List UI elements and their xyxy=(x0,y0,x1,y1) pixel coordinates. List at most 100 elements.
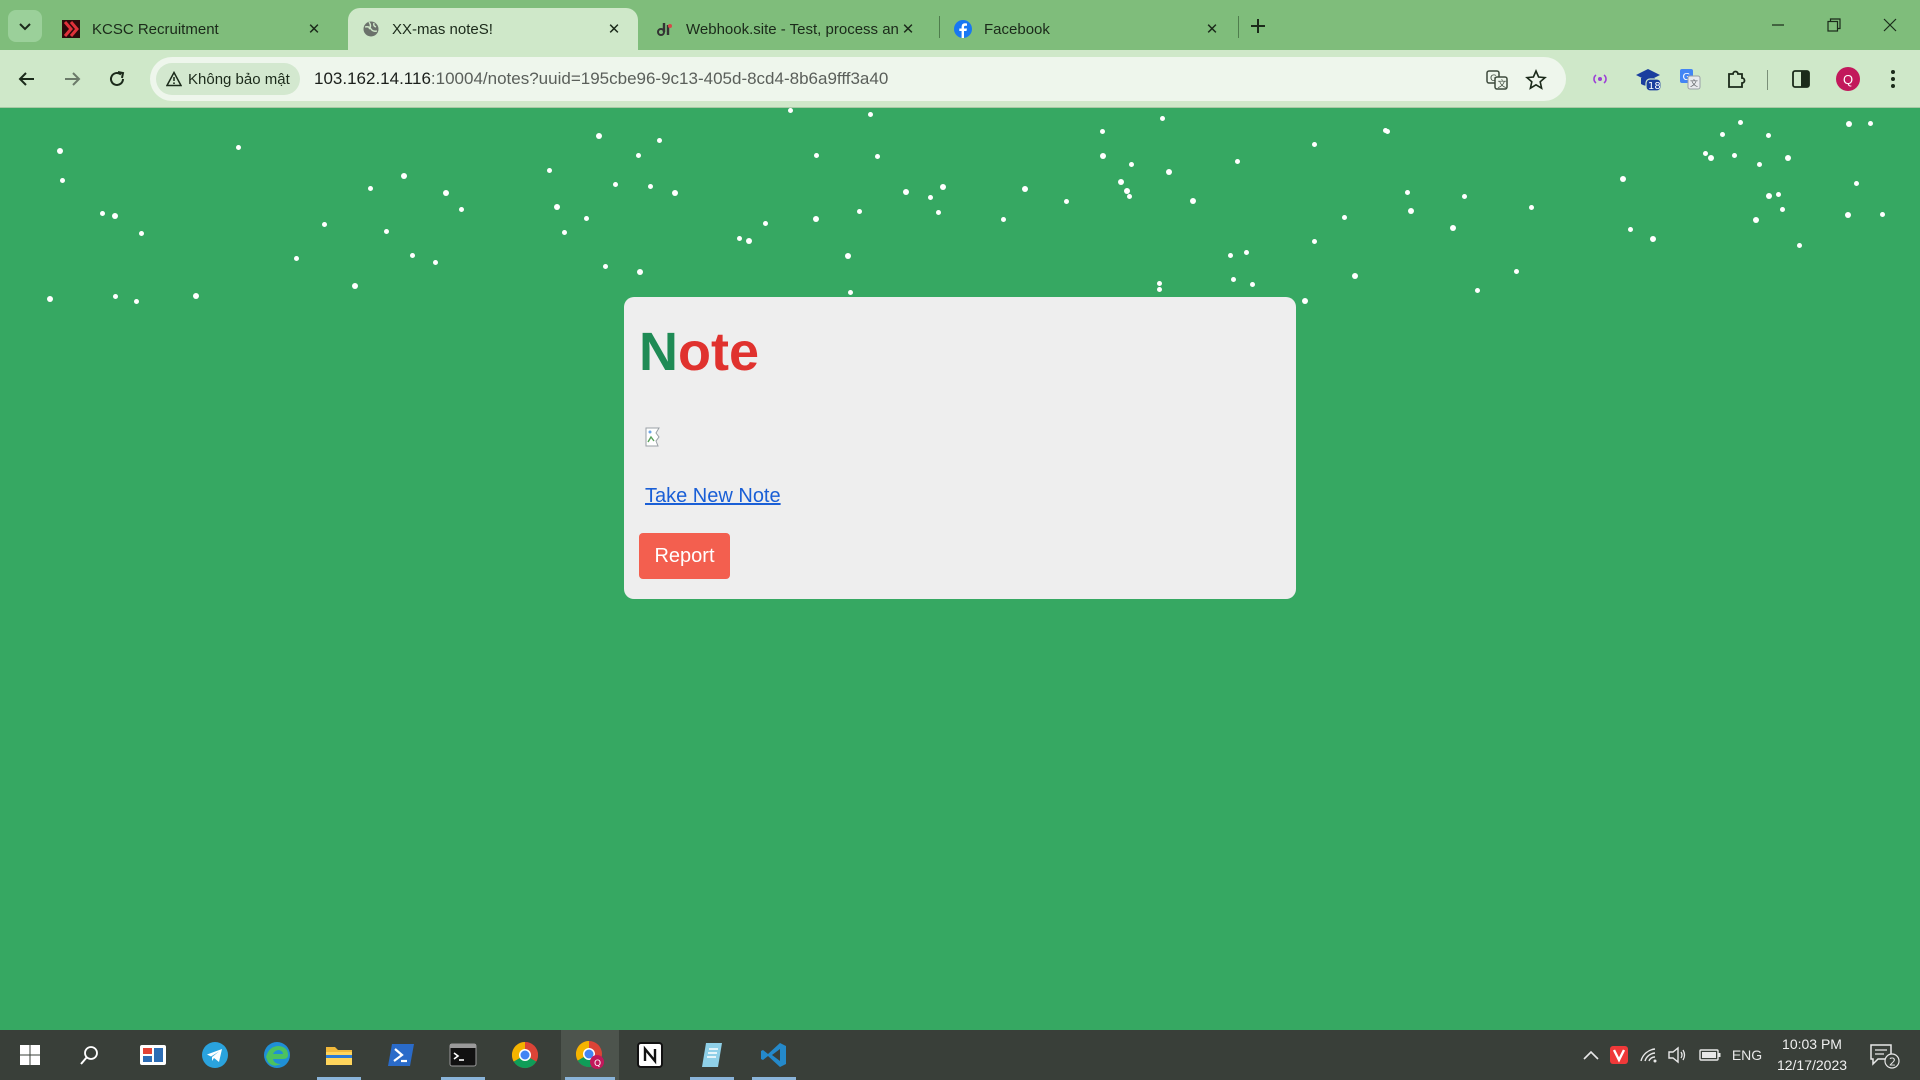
task-view-app[interactable] xyxy=(127,1030,179,1080)
security-indicator[interactable]: Không bảo mật xyxy=(156,63,300,95)
translate-button[interactable]: G文 xyxy=(1484,67,1510,93)
new-tab-button[interactable] xyxy=(1244,12,1272,40)
vscode-app[interactable] xyxy=(748,1030,800,1080)
reload-button[interactable] xyxy=(102,64,132,94)
address-bar[interactable]: Không bảo mật 103.162.14.116:10004/notes… xyxy=(150,57,1566,101)
snowflake xyxy=(1302,298,1308,304)
snowflake xyxy=(813,216,819,222)
google-translate-icon: G文 xyxy=(1680,69,1701,90)
snowflake xyxy=(1732,153,1737,158)
snowflake xyxy=(1780,207,1785,212)
snowflake xyxy=(1235,159,1240,164)
snowflake xyxy=(936,210,941,215)
snowflake xyxy=(322,222,327,227)
close-icon xyxy=(1883,18,1897,32)
snowflake xyxy=(1190,198,1196,204)
snowflake xyxy=(1157,287,1162,292)
windows-logo-icon xyxy=(20,1045,40,1065)
snowflake xyxy=(1312,142,1317,147)
toolbar-divider xyxy=(1767,70,1768,90)
snowflake xyxy=(603,264,608,269)
tab-facebook[interactable]: Facebook ✕ xyxy=(940,8,1236,50)
report-button[interactable]: Report xyxy=(639,533,730,579)
snowflake xyxy=(845,253,851,259)
search-button[interactable] xyxy=(64,1030,116,1080)
minimize-button[interactable] xyxy=(1750,8,1806,42)
powershell-app[interactable] xyxy=(375,1030,427,1080)
clock[interactable]: 10:03 PM 12/17/2023 xyxy=(1768,1034,1856,1076)
file-explorer-app[interactable] xyxy=(313,1030,365,1080)
extension-translate-button[interactable]: G文 xyxy=(1675,64,1705,94)
edge-icon xyxy=(264,1042,290,1068)
star-icon xyxy=(1525,69,1547,90)
extension-broadcast-button[interactable] xyxy=(1585,64,1615,94)
back-button[interactable] xyxy=(12,64,42,94)
snowflake xyxy=(60,178,65,183)
close-tab-icon[interactable]: ✕ xyxy=(604,20,624,38)
snowflake xyxy=(554,204,560,210)
extension-graduation-button[interactable]: 18 xyxy=(1633,64,1663,94)
take-new-note-link[interactable]: Take New Note xyxy=(645,485,781,508)
show-hidden-icons-button[interactable] xyxy=(1578,1030,1604,1080)
snowflake xyxy=(562,230,567,235)
snowflake xyxy=(112,213,118,219)
snowflake xyxy=(903,189,909,195)
url-text[interactable]: 103.162.14.116:10004/notes?uuid=195cbe96… xyxy=(314,69,888,89)
menu-button[interactable] xyxy=(1878,64,1908,94)
snowflake xyxy=(1514,269,1519,274)
chevron-down-icon xyxy=(19,23,31,31)
tab-title: KCSC Recruitment xyxy=(92,20,219,38)
terminal-app[interactable] xyxy=(437,1030,489,1080)
snowflake xyxy=(1846,121,1852,127)
snowflake xyxy=(737,236,742,241)
tab-webhook-site[interactable]: Webhook.site - Test, process an ✕ xyxy=(642,8,932,50)
action-center-button[interactable]: 2 xyxy=(1864,1030,1904,1080)
taskbar: Q ENG 10:03 PM 12/17/2023 2 xyxy=(0,1030,1920,1080)
snowflake xyxy=(1100,129,1105,134)
close-tab-icon[interactable]: ✕ xyxy=(304,20,324,38)
start-button[interactable] xyxy=(4,1030,56,1080)
title-letter: e xyxy=(728,322,760,382)
chrome-app[interactable] xyxy=(499,1030,551,1080)
telegram-app[interactable] xyxy=(189,1030,241,1080)
chevron-up-icon xyxy=(1583,1050,1599,1060)
volume-button[interactable] xyxy=(1664,1030,1690,1080)
snowflake xyxy=(294,256,299,261)
folder-icon xyxy=(326,1047,352,1065)
profile-button[interactable]: Q xyxy=(1833,64,1863,94)
network-button[interactable] xyxy=(1636,1030,1662,1080)
vivaldi-tray-button[interactable] xyxy=(1606,1030,1632,1080)
puzzle-icon xyxy=(1728,70,1746,88)
close-window-button[interactable] xyxy=(1862,8,1918,42)
close-tab-icon[interactable]: ✕ xyxy=(898,20,918,38)
close-tab-icon[interactable]: ✕ xyxy=(1202,20,1222,38)
input-language-button[interactable]: ENG xyxy=(1728,1030,1766,1080)
forward-button[interactable] xyxy=(57,64,87,94)
side-panel-button[interactable] xyxy=(1786,64,1816,94)
notion-app[interactable] xyxy=(624,1030,676,1080)
snowflake xyxy=(1475,288,1480,293)
snowflake xyxy=(139,231,144,236)
extensions-button[interactable] xyxy=(1721,64,1751,94)
snowflake xyxy=(1160,116,1165,121)
snowflake xyxy=(1776,192,1781,197)
title-letter: N xyxy=(639,322,678,382)
page-viewport: Note Take New Note Report xyxy=(0,108,1920,1030)
snowflake xyxy=(1868,121,1873,126)
notepad-app[interactable] xyxy=(686,1030,738,1080)
bookmark-button[interactable] xyxy=(1523,67,1549,93)
notepad-icon xyxy=(702,1043,722,1067)
snowflake xyxy=(928,195,933,200)
snowflake xyxy=(814,153,819,158)
edge-app[interactable] xyxy=(251,1030,303,1080)
battery-button[interactable] xyxy=(1696,1030,1724,1080)
side-panel-icon xyxy=(1792,70,1810,88)
snowflake xyxy=(1100,153,1106,159)
tab-separator xyxy=(1238,16,1239,38)
restore-button[interactable] xyxy=(1806,8,1862,42)
tab-kcsc-recruitment[interactable]: KCSC Recruitment ✕ xyxy=(48,8,338,50)
tab-search-button[interactable] xyxy=(8,10,42,42)
tab-xxmas-notes[interactable]: XX-mas noteS! ✕ xyxy=(348,8,638,50)
snowflake xyxy=(788,108,793,113)
chrome-profile-app[interactable]: Q xyxy=(561,1030,619,1080)
